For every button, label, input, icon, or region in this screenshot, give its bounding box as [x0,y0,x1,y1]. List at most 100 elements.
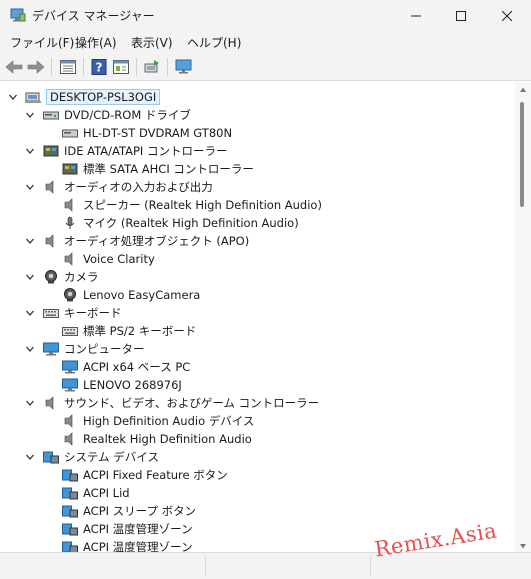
tree-category-ide[interactable]: IDE ATA/ATAPI コントローラー [43,142,227,160]
tree-device-item[interactable]: ACPI Fixed Feature ボタン [62,466,228,484]
chevron-down-icon[interactable] [8,92,18,102]
back-button[interactable] [4,57,24,77]
maximize-button[interactable] [438,0,484,31]
computer-name: DESKTOP-PSL3OGI [46,89,161,105]
menu-file[interactable]: ファイル(F) [9,34,75,51]
keyboard-icon [43,306,59,320]
speaker-icon [43,396,59,410]
chevron-down-icon[interactable] [25,146,35,156]
camera-icon [43,270,59,284]
system-folder-icon [62,522,78,536]
svg-text:?: ? [96,61,103,75]
scan-hardware-icon [175,59,192,74]
tree-category-sound[interactable]: サウンド、ビデオ、およびゲーム コントローラー [43,394,319,412]
keyboard-icon [62,324,78,338]
tree-device-item[interactable]: ACPI Lid [62,484,130,502]
forward-arrow-icon [27,60,45,74]
tree-device-item[interactable]: High Definition Audio デバイス [62,412,254,430]
tree-device-item[interactable]: HL-DT-ST DVDRAM GT80N [62,124,232,142]
show-hidden-button[interactable] [111,57,131,77]
tree-device-item[interactable]: LENOVO 268976J [62,376,182,394]
toolbar-separator [83,58,84,76]
tree-device-item[interactable]: ACPI x64 ベース PC [62,358,190,376]
help-button[interactable]: ? [89,57,109,77]
chevron-down-icon[interactable] [25,182,35,192]
tree-device-item[interactable]: スピーカー (Realtek High Definition Audio) [62,196,322,214]
speaker-icon [62,198,78,212]
speaker-icon [62,414,78,428]
tree-category-camera[interactable]: カメラ [43,268,99,286]
tree-device-item[interactable]: ACPI スリープ ボタン [62,502,196,520]
properties-icon [60,60,76,74]
tree-device-item[interactable]: ACPI 温度管理ゾーン [62,538,193,552]
status-divider [205,557,206,576]
minimize-button[interactable] [393,0,439,31]
scrollbar-thumb[interactable] [520,102,524,207]
tree-device-item[interactable]: マイク (Realtek High Definition Audio) [62,214,299,232]
tree-category-dvd[interactable]: DVD/CD-ROM ドライブ [43,106,191,124]
menu-view[interactable]: 表示(V) [130,34,174,51]
ide-controller-icon [43,144,59,158]
ide-controller-icon [62,162,78,176]
update-driver-button[interactable] [142,57,162,77]
tree-category-apo[interactable]: オーディオ処理オブジェクト (APO) [43,232,249,250]
title-bar: デバイス マネージャー [0,0,531,31]
tree-device-item[interactable]: ACPI 温度管理ゾーン [62,520,193,538]
show-hidden-icon [113,60,129,74]
system-folder-icon [62,504,78,518]
menu-bar: ファイル(F) 操作(A) 表示(V) ヘルプ(H) [0,31,531,53]
forward-button[interactable] [26,57,46,77]
tree-device-item[interactable]: Lenovo EasyCamera [62,286,200,304]
tree-device-item[interactable]: 標準 PS/2 キーボード [62,322,196,340]
update-driver-icon [144,60,159,73]
scroll-down-arrow-icon[interactable] [519,542,527,550]
toolbar-separator [51,58,52,76]
help-icon: ? [91,59,107,75]
chevron-down-icon[interactable] [25,110,35,120]
system-folder-icon [62,468,78,482]
chevron-down-icon[interactable] [25,344,35,354]
tree-root[interactable]: DESKTOP-PSL3OGI [25,88,161,106]
tree-category-system[interactable]: システム デバイス [43,448,159,466]
chevron-down-icon[interactable] [25,236,35,246]
chevron-down-icon[interactable] [25,272,35,282]
camera-icon [62,288,78,302]
tree-category-keyboard[interactable]: キーボード [43,304,122,322]
menu-help[interactable]: ヘルプ(H) [186,34,242,51]
status-bar [0,552,531,579]
menu-action[interactable]: 操作(A) [74,34,118,51]
window-title: デバイス マネージャー [32,9,155,23]
monitor-icon [62,360,78,374]
dvd-drive-icon [43,108,59,122]
toolbar-separator [136,58,137,76]
tree-category-computer[interactable]: コンピューター [43,340,145,358]
scroll-up-arrow-icon[interactable] [519,86,527,94]
chevron-down-icon[interactable] [25,398,35,408]
chevron-down-icon[interactable] [25,452,35,462]
toolbar: ? [0,53,531,81]
toolbar-separator [167,58,168,76]
scan-hardware-button[interactable] [174,57,194,77]
system-folder-icon [43,450,59,464]
tree-device-item[interactable]: Voice Clarity [62,250,155,268]
microphone-icon [62,216,78,230]
speaker-icon [43,234,59,248]
speaker-icon [62,252,78,266]
dvd-drive-icon [62,126,78,140]
tree-device-item[interactable]: 標準 SATA AHCI コントローラー [62,160,254,178]
properties-button[interactable] [58,57,78,77]
monitor-icon [62,378,78,392]
close-button[interactable] [484,0,530,31]
device-manager-icon [10,8,26,22]
system-folder-icon [62,486,78,500]
status-divider [370,557,371,576]
monitor-icon [43,342,59,356]
device-tree[interactable]: DESKTOP-PSL3OGI DVD/CD-ROM ドライブ HL-DT-ST… [0,82,515,552]
tree-device-item[interactable]: Realtek High Definition Audio [62,430,252,448]
speaker-icon [62,432,78,446]
speaker-icon [43,180,59,194]
computer-icon [25,90,41,104]
chevron-down-icon[interactable] [25,308,35,318]
tree-category-audio-io[interactable]: オーディオの入力および出力 [43,178,213,196]
back-arrow-icon [5,60,23,74]
